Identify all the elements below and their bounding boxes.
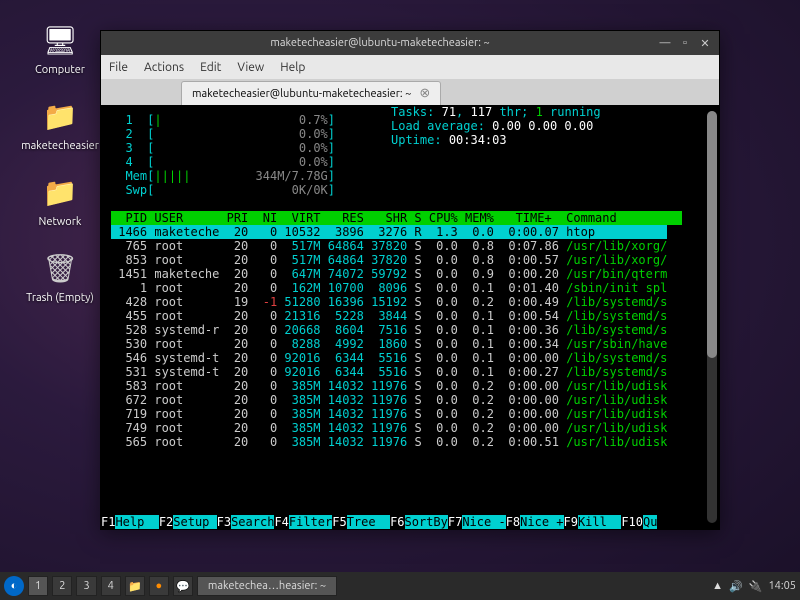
taskbar-app-files[interactable]: 📁: [125, 576, 145, 596]
minimize-button[interactable]: —: [657, 35, 673, 51]
htop-function-keys[interactable]: F1Help F2Setup F3SearchF4FilterF5Tree F6…: [101, 515, 705, 529]
menu-view[interactable]: View: [237, 61, 264, 74]
desktop-icon-home[interactable]: 📁 maketecheasier: [20, 96, 100, 152]
close-button[interactable]: ✕: [697, 35, 713, 51]
desktop-icon-label: Trash (Empty): [26, 292, 94, 304]
menu-help[interactable]: Help: [280, 61, 305, 74]
tab-label: maketecheasier@lubuntu-maketecheasier: ~: [192, 88, 411, 100]
workspace-2[interactable]: 2: [52, 576, 72, 596]
tray-network-icon[interactable]: 🔌: [749, 580, 763, 593]
tab-close-icon[interactable]: ⊗: [419, 86, 430, 101]
terminal-window: maketecheasier@lubuntu-maketecheasier: ~…: [100, 30, 720, 530]
desktop-icon-label: maketecheasier: [21, 140, 99, 152]
taskbar-app-firefox[interactable]: ●: [149, 576, 169, 596]
taskbar-task-label: maketechea…heasier: ~: [208, 580, 326, 592]
tray-volume-icon[interactable]: 🔊: [729, 580, 743, 593]
window-title: maketecheasier@lubuntu-maketecheasier: ~: [107, 37, 653, 49]
desktop-icon-label: Network: [39, 216, 82, 228]
terminal-scrollbar[interactable]: [707, 111, 717, 523]
desktop-icon-trash[interactable]: 🗑 Trash (Empty): [20, 248, 100, 304]
workspace-4[interactable]: 4: [101, 576, 121, 596]
workspace-3[interactable]: 3: [76, 576, 96, 596]
network-folder-icon: 📁: [40, 172, 80, 212]
tab-bar: maketecheasier@lubuntu-maketecheasier: ~…: [101, 79, 719, 105]
htop-system-info: Tasks: 71, 117 thr; 1 runningLoad averag…: [391, 105, 601, 147]
terminal-content[interactable]: 1 [| 0.7%] 2 [ 0.0%] 3 [ 0.0%] 4 [ 0.0%]…: [101, 105, 719, 529]
desktop-icon-label: Computer: [35, 64, 85, 76]
maximize-button[interactable]: ▫: [677, 35, 693, 51]
trash-icon: 🗑: [40, 248, 80, 288]
menu-actions[interactable]: Actions: [144, 61, 184, 74]
workspace-1[interactable]: 1: [28, 576, 48, 596]
desktop-icon-computer[interactable]: 🖥 Computer: [20, 20, 100, 76]
menu-file[interactable]: File: [109, 61, 128, 74]
start-menu-button[interactable]: ◐: [4, 576, 24, 596]
scrollbar-thumb[interactable]: [707, 111, 717, 358]
desktop-icons: 🖥 Computer 📁 maketecheasier 📁 Network 🗑 …: [20, 20, 100, 304]
desktop-icon-network[interactable]: 📁 Network: [20, 172, 100, 228]
computer-icon: 🖥: [40, 20, 80, 60]
system-tray: ▲ 🔊 🔌 14:05: [712, 580, 796, 593]
menubar: File Actions Edit View Help: [101, 55, 719, 79]
window-titlebar[interactable]: maketecheasier@lubuntu-maketecheasier: ~…: [101, 31, 719, 55]
taskbar-app-chat[interactable]: 💬: [173, 576, 193, 596]
tray-clock[interactable]: 14:05: [768, 580, 796, 592]
folder-icon: 📁: [40, 96, 80, 136]
taskbar-task-terminal[interactable]: maketechea…heasier: ~: [197, 576, 337, 596]
menu-edit[interactable]: Edit: [200, 61, 221, 74]
taskbar: ◐ 1 2 3 4 📁 ● 💬 maketechea…heasier: ~ ▲ …: [0, 572, 800, 600]
terminal-tab[interactable]: maketecheasier@lubuntu-maketecheasier: ~…: [181, 81, 441, 105]
tray-up-icon[interactable]: ▲: [712, 580, 723, 592]
